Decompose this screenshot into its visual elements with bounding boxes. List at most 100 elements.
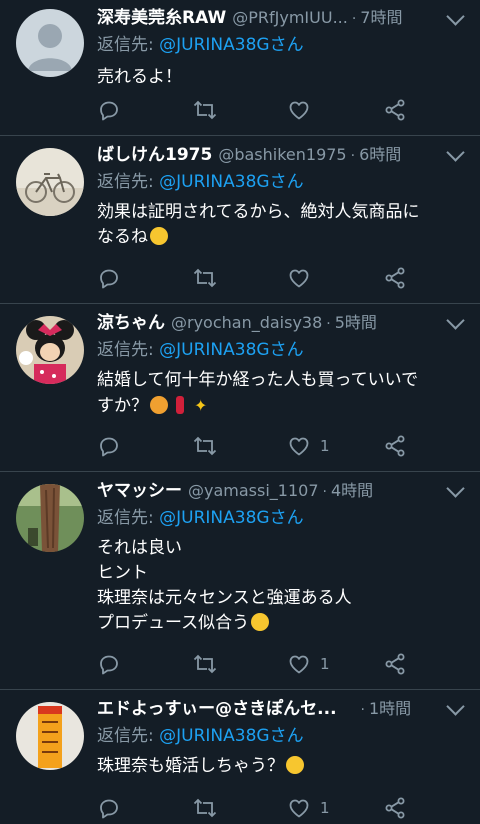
separator-dot: ·: [360, 702, 365, 718]
timestamp[interactable]: 5時間: [335, 310, 377, 336]
reply-button[interactable]: [97, 434, 121, 458]
tweet[interactable]: 深寿美莞糸RAW @PRfJymIUU... · 7時間 返信先: @JURIN…: [0, 0, 480, 136]
text-line-wrap: すか？ ✦: [97, 393, 468, 419]
reply-icon: [100, 655, 118, 675]
text-line: 珠理奈も婚活しちゃう？: [97, 756, 284, 776]
handle[interactable]: @bashiken1975: [218, 142, 346, 168]
reply-prefix: 返信先:: [97, 508, 154, 528]
share-button[interactable]: [383, 434, 407, 458]
text-line-wrap: なるね: [97, 225, 468, 250]
display-name[interactable]: エドよっすぃー@さきぽんセ...: [97, 696, 337, 722]
like-button[interactable]: [287, 266, 320, 290]
handle[interactable]: @yamassi_1107: [188, 478, 319, 504]
retweet-button[interactable]: [192, 266, 218, 290]
raising-hand-emoji: [150, 396, 168, 414]
share-icon: [385, 99, 405, 121]
text-line: なるね: [97, 227, 148, 247]
heart-icon: [289, 655, 309, 674]
separator-dot: ·: [351, 11, 357, 27]
timestamp[interactable]: 4時間: [331, 478, 373, 504]
grinning-emoji: [150, 227, 168, 245]
tweet-actions: [97, 266, 480, 290]
like-button[interactable]: 1: [287, 434, 330, 458]
heart-icon: [289, 101, 309, 120]
text-line: 珠理奈は元々センスと強運ある人: [97, 588, 352, 608]
handle[interactable]: @ryochan_daisy38: [171, 310, 322, 336]
reply-icon: [100, 101, 118, 121]
timestamp[interactable]: 6時間: [359, 142, 401, 168]
timestamp[interactable]: 1時間: [369, 696, 411, 722]
tweet-header: ばしけん1975 @bashiken1975 · 6時間: [97, 142, 468, 168]
smiling-emoji: [251, 613, 270, 631]
reply-prefix: 返信先:: [97, 340, 154, 360]
tweet[interactable]: 涼ちゃん @ryochan_daisy38 · 5時間 返信先: @JURINA…: [0, 304, 480, 472]
reply-mention[interactable]: @JURINA38Gさん: [159, 340, 303, 360]
like-count: 1: [320, 799, 330, 817]
reply-mention[interactable]: @JURINA38Gさん: [159, 172, 303, 192]
retweet-icon: [193, 100, 217, 120]
tweet-actions: 1: [97, 434, 480, 458]
retweet-button[interactable]: [192, 434, 218, 458]
minnie-photo: [16, 316, 84, 384]
text-line: 効果は証明されてるから、絶対人気商品に: [97, 202, 420, 222]
like-count: 1: [320, 437, 330, 455]
tweet-header: エドよっすぃー@さきぽんセ... · 1時間: [97, 696, 468, 722]
tweet-text: 効果は証明されてるから、絶対人気商品に なるね: [97, 200, 468, 250]
separator-dot: ·: [326, 316, 331, 332]
display-name[interactable]: 深寿美莞糸RAW: [97, 5, 226, 31]
reply-button[interactable]: [97, 98, 121, 122]
share-icon: [385, 435, 405, 457]
tweet[interactable]: ヤマッシー @yamassi_1107 · 4時間 返信先: @JURINA38…: [0, 472, 480, 690]
tweet-header: 深寿美莞糸RAW @PRfJymIUU... · 7時間: [97, 5, 468, 31]
like-button[interactable]: [287, 98, 320, 122]
text-line: 売れるよ！: [97, 67, 182, 87]
reply-context: 返信先: @JURINA38Gさん: [97, 33, 468, 57]
retweet-button[interactable]: [192, 98, 218, 122]
reply-prefix: 返信先:: [97, 172, 154, 192]
reply-mention[interactable]: @JURINA38Gさん: [159, 508, 303, 528]
share-icon: [385, 267, 405, 289]
tweet-actions: 1: [97, 796, 480, 820]
display-name[interactable]: ヤマッシー: [97, 478, 182, 504]
avatar[interactable]: [16, 9, 84, 77]
tweet-actions: 1: [97, 652, 480, 676]
tweet-actions: [97, 98, 480, 122]
share-button[interactable]: [383, 98, 407, 122]
retweet-button[interactable]: [192, 652, 218, 676]
reply-button[interactable]: [97, 652, 121, 676]
display-name[interactable]: 涼ちゃん: [97, 310, 165, 336]
avatar[interactable]: [16, 148, 84, 216]
tweet-text: それは良い ヒント 珠理奈は元々センスと強運ある人 プロデュース似合う: [97, 536, 468, 636]
reply-mention[interactable]: @JURINA38Gさん: [159, 35, 303, 55]
text-line-wrap: プロデュース似合う: [97, 611, 468, 636]
avatar[interactable]: [16, 702, 84, 770]
like-button[interactable]: 1: [287, 796, 330, 820]
share-button[interactable]: [383, 796, 407, 820]
text-line: すか？: [97, 396, 148, 416]
tweet-text: 売れるよ！: [97, 65, 468, 90]
retweet-icon: [193, 436, 217, 456]
display-name[interactable]: ばしけん1975: [97, 142, 212, 168]
like-button[interactable]: 1: [287, 652, 330, 676]
share-button[interactable]: [383, 652, 407, 676]
reply-icon: [100, 437, 118, 457]
retweet-button[interactable]: [192, 796, 218, 820]
tweet[interactable]: ばしけん1975 @bashiken1975 · 6時間 返信先: @JURIN…: [0, 136, 480, 304]
reply-context: 返信先: @JURINA38Gさん: [97, 338, 468, 362]
reply-button[interactable]: [97, 266, 121, 290]
avatar[interactable]: [16, 484, 84, 552]
timeline: 深寿美莞糸RAW @PRfJymIUU... · 7時間 返信先: @JURIN…: [0, 0, 480, 824]
timestamp[interactable]: 7時間: [360, 5, 402, 31]
like-count: 1: [320, 655, 330, 673]
reply-button[interactable]: [97, 796, 121, 820]
reply-context: 返信先: @JURINA38Gさん: [97, 170, 468, 194]
avatar[interactable]: [16, 316, 84, 384]
handle[interactable]: @PRfJymIUU...: [232, 5, 348, 31]
retweet-icon: [193, 654, 217, 674]
tweet[interactable]: エドよっすぃー@さきぽんセ... · 1時間 返信先: @JURINA38Gさん…: [0, 690, 480, 824]
bicycle-photo: [16, 148, 84, 216]
reply-icon: [100, 799, 118, 819]
share-button[interactable]: [383, 266, 407, 290]
reply-mention[interactable]: @JURINA38Gさん: [159, 726, 303, 746]
separator-dot: ·: [350, 148, 356, 164]
